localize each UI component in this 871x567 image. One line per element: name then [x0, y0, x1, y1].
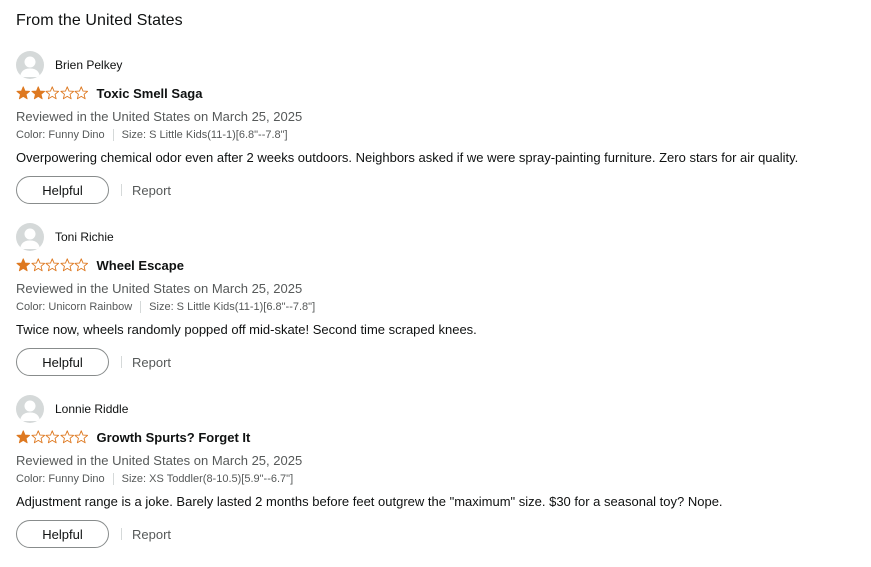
review-variant[interactable]: Color: Funny Dino Size: S Little Kids(11…: [16, 128, 871, 142]
report-link[interactable]: Report: [132, 183, 171, 198]
star-filled-icon: [31, 86, 45, 100]
review-item: Toni Richie Wheel Escape Reviewed in the…: [16, 223, 871, 395]
divider: [140, 301, 142, 313]
divider: [121, 528, 122, 540]
review-title[interactable]: Toxic Smell Saga: [97, 86, 203, 101]
star-filled-icon: [16, 86, 30, 100]
variant-color: Color: Funny Dino: [16, 129, 105, 141]
reviews-section: From the United States Brien Pelkey Toxi…: [0, 0, 871, 567]
review-variant[interactable]: Color: Unicorn Rainbow Size: S Little Ki…: [16, 300, 871, 314]
star-rating[interactable]: [16, 86, 89, 100]
star-filled-icon: [16, 258, 30, 272]
avatar-icon: [16, 51, 44, 79]
variant-color: Color: Funny Dino: [16, 473, 105, 485]
star-empty-icon: [60, 86, 74, 100]
star-empty-icon: [74, 86, 88, 100]
reviewer-name: Toni Richie: [55, 230, 114, 244]
helpful-button[interactable]: Helpful: [16, 176, 109, 204]
section-title: From the United States: [16, 12, 183, 29]
avatar-icon: [16, 223, 44, 251]
star-filled-icon: [16, 430, 30, 444]
report-link[interactable]: Report: [132, 355, 171, 370]
star-empty-icon: [45, 430, 59, 444]
variant-size: Size: XS Toddler(8-10.5)[5.9"--6.7"]: [121, 473, 294, 485]
star-rating[interactable]: [16, 430, 89, 444]
star-empty-icon: [45, 258, 59, 272]
report-link[interactable]: Report: [132, 527, 171, 542]
divider: [121, 184, 122, 196]
reviewer-name: Lonnie Riddle: [55, 402, 129, 416]
reviewer-profile[interactable]: Brien Pelkey: [16, 51, 871, 79]
divider: [112, 473, 114, 485]
star-empty-icon: [60, 430, 74, 444]
review-date: Reviewed in the United States on March 2…: [16, 109, 303, 124]
reviewer-profile[interactable]: Toni Richie: [16, 223, 871, 251]
review-body: Twice now, wheels randomly popped off mi…: [16, 322, 477, 337]
helpful-button[interactable]: Helpful: [16, 520, 109, 548]
review-date: Reviewed in the United States on March 2…: [16, 281, 303, 296]
review-item: Lonnie Riddle Growth Spurts? Forget It R…: [16, 395, 871, 567]
variant-size: Size: S Little Kids(11-1)[6.8"--7.8"]: [121, 129, 288, 141]
star-empty-icon: [45, 86, 59, 100]
divider: [121, 356, 122, 368]
review-body: Adjustment range is a joke. Barely laste…: [16, 494, 723, 509]
review-item: Brien Pelkey Toxic Smell Saga Reviewed i…: [16, 51, 871, 223]
star-rating[interactable]: [16, 258, 89, 272]
star-empty-icon: [74, 258, 88, 272]
divider: [112, 129, 114, 141]
star-empty-icon: [74, 430, 88, 444]
star-empty-icon: [31, 430, 45, 444]
helpful-button[interactable]: Helpful: [16, 348, 109, 376]
star-empty-icon: [60, 258, 74, 272]
reviewer-profile[interactable]: Lonnie Riddle: [16, 395, 871, 423]
variant-size: Size: S Little Kids(11-1)[6.8"--7.8"]: [149, 301, 316, 313]
review-body: Overpowering chemical odor even after 2 …: [16, 150, 799, 165]
review-title[interactable]: Growth Spurts? Forget It: [97, 430, 251, 445]
review-date: Reviewed in the United States on March 2…: [16, 453, 303, 468]
review-variant[interactable]: Color: Funny Dino Size: XS Toddler(8-10.…: [16, 472, 871, 486]
review-title[interactable]: Wheel Escape: [97, 258, 184, 273]
reviewer-name: Brien Pelkey: [55, 58, 123, 72]
star-empty-icon: [31, 258, 45, 272]
avatar-icon: [16, 395, 44, 423]
variant-color: Color: Unicorn Rainbow: [16, 301, 133, 313]
